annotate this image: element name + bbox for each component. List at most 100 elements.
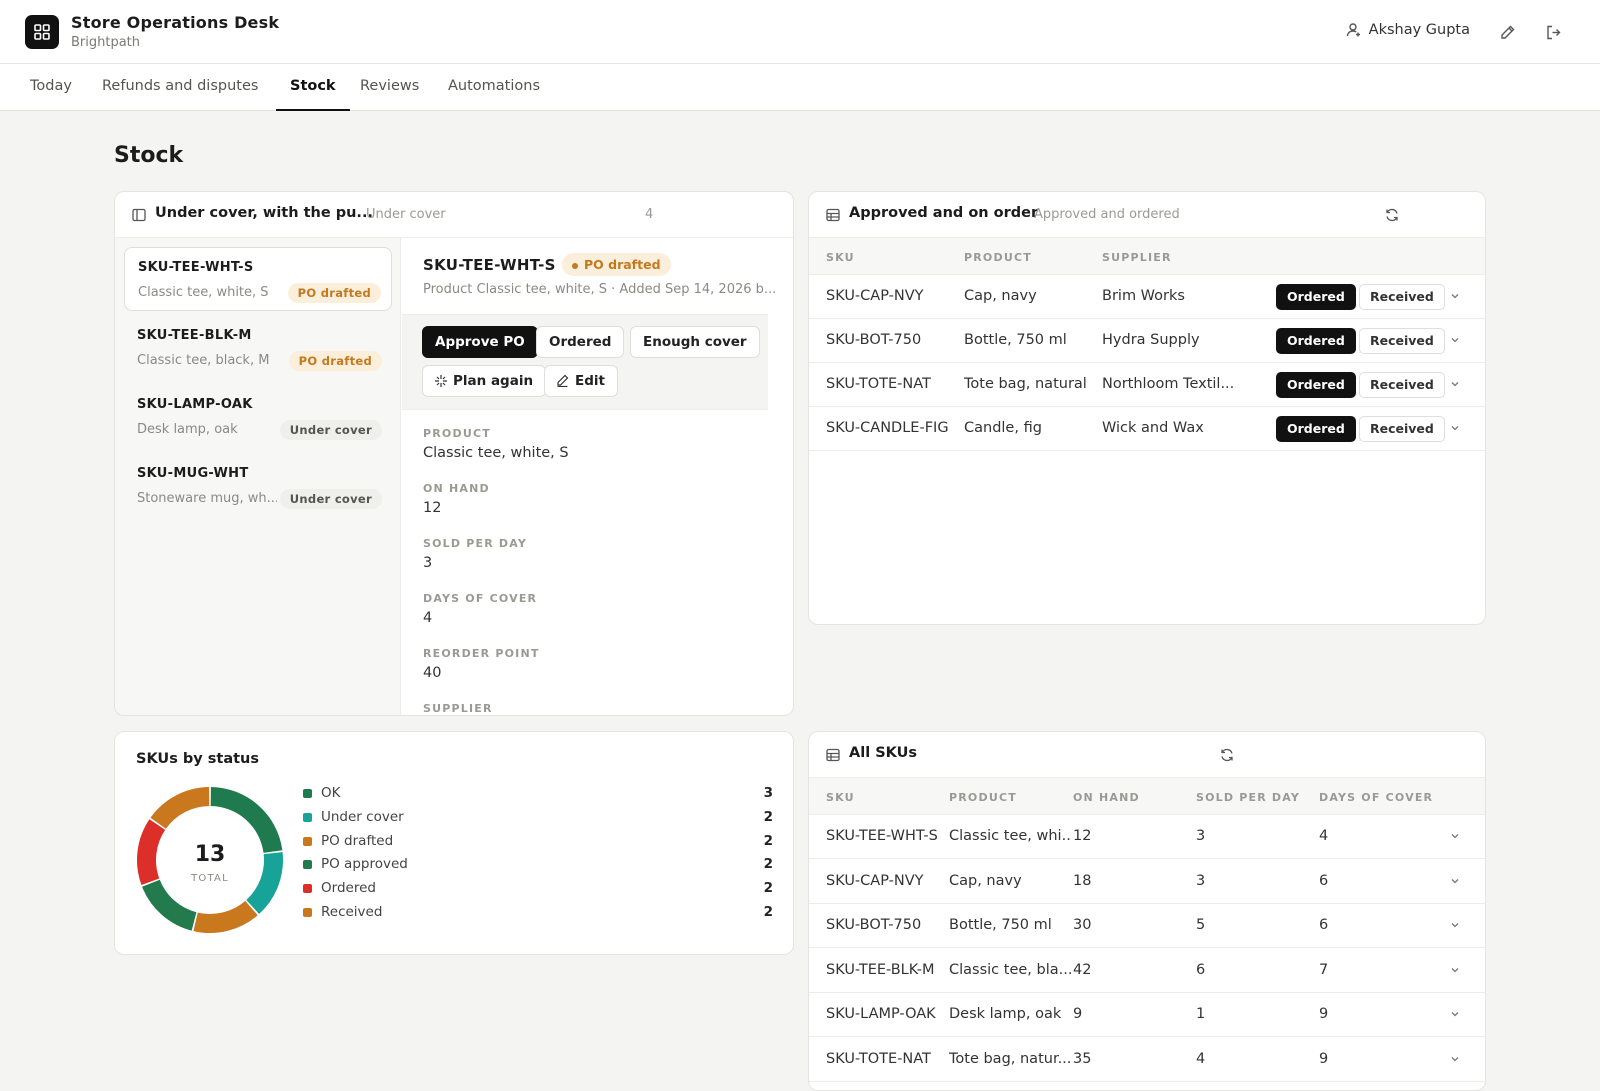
list-item-desc: Stoneware mug, wh... (137, 491, 277, 506)
donut-slice-po-approved (142, 879, 197, 931)
field-value: 40 (423, 665, 442, 681)
chevron-down-icon[interactable] (1449, 919, 1461, 931)
legend-item: Received 2 (303, 903, 773, 923)
card-header: Under cover, with the pu... Under cover … (115, 192, 793, 238)
received-button[interactable]: Received (1359, 416, 1445, 442)
cell-supplier: Wick and Wax (1102, 420, 1204, 436)
tab-reviews[interactable]: Reviews (346, 64, 433, 111)
item-count: 4 (645, 207, 654, 222)
ordered-button[interactable]: Ordered (1276, 372, 1356, 398)
legend-item: Under cover 2 (303, 808, 773, 828)
logout-icon[interactable] (1543, 22, 1563, 42)
field-label: SUPPLIER (423, 702, 493, 715)
on-order-card: Approved and on order Approved and order… (808, 191, 1486, 625)
table-row[interactable]: SKU-BOT-750 Bottle, 750 ml 30 5 6 (809, 904, 1485, 948)
plan-again-button[interactable]: Plan again (422, 365, 547, 397)
legend-swatch (303, 884, 312, 894)
field-value: 12 (423, 500, 442, 516)
cell-product: Classic tee, bla... (949, 961, 1071, 978)
legend-label: PO approved (321, 856, 408, 873)
column-header: DAYS OF COVER (1319, 791, 1434, 804)
field-label: REORDER POINT (423, 647, 540, 660)
legend-item: OK 3 (303, 784, 773, 804)
cell-product: Classic tee, whi... (949, 828, 1071, 844)
ordered-button[interactable]: Ordered (1276, 284, 1356, 310)
chevron-down-icon[interactable] (1449, 422, 1461, 434)
table-row[interactable]: SKU-CAP-NVY Cap, navy 18 3 6 (809, 860, 1485, 904)
approve-po-button[interactable]: Approve PO (422, 326, 538, 358)
all-skus-card: All SKUs SKU PRODUCT ON HAND SOLD PER DA… (808, 731, 1486, 1091)
card-title: Under cover, with the pu... (155, 205, 373, 221)
page-title: Stock (114, 143, 184, 168)
tab-stock[interactable]: Stock (276, 64, 350, 111)
ordered-button[interactable]: Ordered (1276, 416, 1356, 442)
chevron-down-icon[interactable] (1449, 1053, 1461, 1065)
table-row[interactable]: SKU-TEE-BLK-M Classic tee, bla... 42 6 7 (809, 949, 1485, 993)
list-item[interactable]: SKU-TEE-WHT-S Classic tee, white, S PO d… (124, 247, 392, 311)
field-label: PRODUCT (423, 427, 491, 440)
table-row[interactable]: SKU-TOTE-NAT Tote bag, natural Northloom… (809, 363, 1485, 407)
list-item-sku: SKU-TEE-WHT-S (138, 260, 254, 275)
donut-slice-po-drafted (193, 900, 258, 933)
field-label: ON HAND (423, 482, 490, 495)
list-item-sku: SKU-LAMP-OAK (137, 397, 253, 412)
tab-refunds-and-disputes[interactable]: Refunds and disputes (88, 64, 272, 111)
chevron-down-icon[interactable] (1449, 875, 1461, 887)
chevron-down-icon[interactable] (1449, 830, 1461, 842)
enough-cover-button[interactable]: Enough cover (630, 326, 760, 358)
cell-days: 4 (1319, 828, 1329, 844)
legend-label: Under cover (321, 808, 404, 825)
legend-item: Ordered 2 (303, 879, 773, 899)
status-chart-card: SKUs by status 13 TOTAL OK 3 Under cover 2 P… (114, 731, 794, 955)
chevron-down-icon[interactable] (1449, 964, 1461, 976)
table-row[interactable]: SKU-CAP-NVY Cap, navy Brim Works Ordered… (809, 275, 1485, 319)
refresh-icon[interactable] (1384, 207, 1400, 223)
chevron-down-icon[interactable] (1449, 378, 1461, 390)
table-row[interactable]: SKU-LAMP-OAK Desk lamp, oak 9 1 9 (809, 993, 1485, 1037)
table-row[interactable]: SKU-CANDLE-FIG Candle, fig Wick and Wax … (809, 407, 1485, 451)
edit-icon[interactable] (1497, 22, 1517, 42)
cell-on-hand: 30 (1073, 917, 1092, 933)
table-icon (826, 748, 840, 762)
detail-sku: SKU-TEE-WHT-S (423, 256, 556, 274)
chevron-down-icon[interactable] (1449, 334, 1461, 346)
ordered-button[interactable]: Ordered (1276, 328, 1356, 354)
tab-today[interactable]: Today (16, 64, 86, 111)
cell-on-hand: 9 (1073, 1006, 1083, 1022)
received-button[interactable]: Received (1359, 328, 1445, 354)
list-item[interactable]: SKU-LAMP-OAK Desk lamp, oak Under cover (124, 385, 392, 449)
ordered-button[interactable]: Ordered (536, 326, 625, 358)
field-value: Classic tee, white, S (423, 445, 569, 461)
list-item[interactable]: SKU-TEE-BLK-M Classic tee, black, M PO d… (124, 316, 392, 380)
tab-automations[interactable]: Automations (434, 64, 554, 111)
user-menu[interactable]: Akshay Gupta (1346, 22, 1470, 38)
chevron-down-icon[interactable] (1449, 290, 1461, 302)
chevron-down-icon[interactable] (1449, 1008, 1461, 1020)
column-header: PRODUCT (949, 791, 1017, 804)
received-button[interactable]: Received (1359, 284, 1445, 310)
table-row[interactable]: SKU-BOT-750 Bottle, 750 ml Hydra Supply … (809, 319, 1485, 363)
refresh-icon[interactable] (1219, 747, 1235, 763)
legend-swatch (303, 836, 312, 846)
field-value: 4 (423, 610, 433, 626)
legend-swatch (303, 860, 312, 870)
field-value: 3 (423, 555, 433, 571)
app-logo-icon[interactable] (25, 15, 59, 49)
cell-sku: SKU-TEE-BLK-M (826, 961, 935, 978)
table-row[interactable]: SKU-TEE-WHT-S Classic tee, whi... 12 3 4 (809, 815, 1485, 859)
card-title: Approved and on order (849, 205, 1039, 221)
donut-slice-received (150, 787, 210, 829)
cell-sku: SKU-BOT-750 (826, 332, 922, 348)
cell-sold: 6 (1196, 961, 1206, 978)
cell-product: Tote bag, natur... (949, 1050, 1071, 1067)
detail-meta: Product Classic tee, white, S · Added Se… (423, 282, 777, 297)
app-title: Store Operations Desk (71, 13, 280, 32)
field-label: DAYS OF COVER (423, 592, 538, 605)
list-item[interactable]: SKU-MUG-WHT Stoneware mug, wh... Under c… (124, 454, 392, 518)
legend-item: PO approved 2 (303, 855, 773, 875)
received-button[interactable]: Received (1359, 372, 1445, 398)
edit-button[interactable]: Edit (544, 365, 618, 397)
cell-product: Desk lamp, oak (949, 1006, 1062, 1022)
donut-total-label: TOTAL (191, 873, 229, 884)
table-row[interactable]: SKU-TOTE-NAT Tote bag, natur... 35 4 9 (809, 1038, 1485, 1082)
